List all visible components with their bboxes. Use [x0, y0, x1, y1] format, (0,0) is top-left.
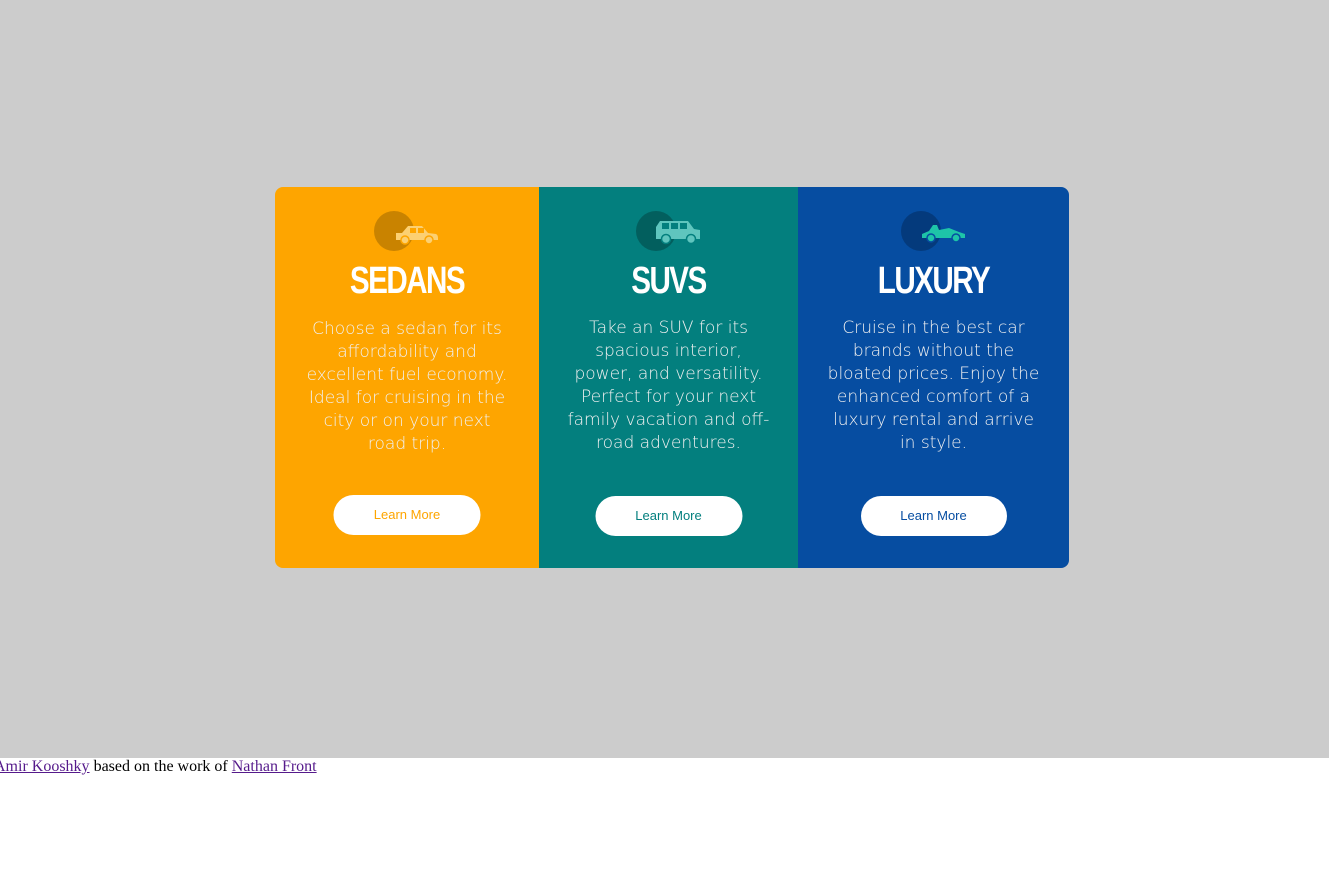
card-description: Cruise in the best car brands without th…	[827, 318, 1040, 453]
suv-car-icon	[635, 211, 702, 251]
card-luxury: LUXURY Cruise in the best car brands wit…	[798, 187, 1069, 568]
card-suvs: SUVS Take an SUV for its spacious interi…	[539, 187, 798, 568]
sedan-car-icon	[374, 211, 440, 251]
card-description: Choose a sedan for its affordability and…	[306, 319, 508, 454]
card-description: Take an SUV for its spacious interior, p…	[567, 318, 770, 453]
attribution-line: Amir Kooshky based on the work of Nathan…	[0, 758, 317, 776]
attribution-text: based on the work of	[89, 758, 232, 775]
learn-more-sedans-button[interactable]: Learn More	[333, 495, 481, 535]
car-category-cards: SEDANS Choose a sedan for its affordabil…	[275, 187, 1069, 568]
card-title: SUVS	[631, 260, 707, 302]
luxury-car-icon	[900, 211, 967, 251]
learn-more-luxury-button[interactable]: Learn More	[860, 496, 1007, 536]
card-title: LUXURY	[877, 260, 991, 302]
learn-more-suvs-button[interactable]: Learn More	[595, 496, 742, 536]
card-title: SEDANS	[349, 260, 466, 302]
attribution-footer: Amir Kooshky based on the work of Nathan…	[0, 758, 1329, 880]
credit-link[interactable]: Nathan Front	[232, 758, 317, 775]
card-sedans: SEDANS Choose a sedan for its affordabil…	[275, 187, 539, 568]
page-stage: SEDANS Choose a sedan for its affordabil…	[0, 0, 1329, 758]
author-link[interactable]: Amir Kooshky	[0, 758, 90, 775]
